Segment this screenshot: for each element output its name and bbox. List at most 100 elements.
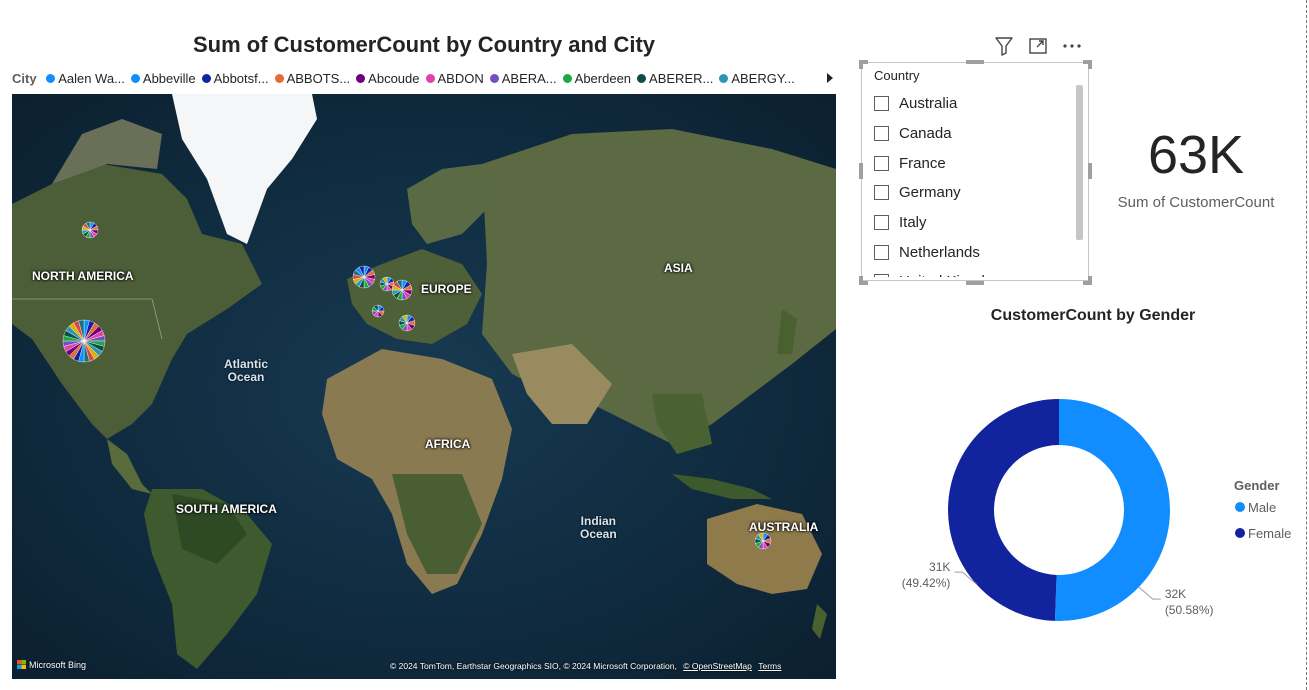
checkbox[interactable] <box>874 244 889 260</box>
legend-dot <box>562 74 572 83</box>
bing-logo-text: Microsoft Bing <box>29 660 87 670</box>
checkbox[interactable] <box>874 126 889 142</box>
slicer-title: Country <box>874 68 920 83</box>
legend-item[interactable]: Abbeville <box>130 71 196 86</box>
region-label-australia: AUSTRALIA <box>749 520 819 534</box>
data-label-leader <box>1138 586 1161 600</box>
focus-mode-icon[interactable] <box>1026 34 1050 58</box>
city-pie-marker[interactable] <box>81 221 99 239</box>
checkbox[interactable] <box>874 215 889 231</box>
slicer-option[interactable]: Germany <box>874 178 1074 208</box>
region-label-south-america: SOUTH AMERICA <box>176 502 277 516</box>
city-pie-marker[interactable] <box>62 319 106 363</box>
legend-item[interactable]: ABBOTS... <box>274 71 351 86</box>
ocean-label-indian: Indian Ocean <box>580 514 617 541</box>
legend-item[interactable]: ABDON <box>425 71 484 86</box>
slicer-scrollbar[interactable] <box>1076 85 1083 240</box>
legend-dot <box>425 74 435 83</box>
legend-label: Aberdeen <box>574 71 632 86</box>
slicer-option-label: Australia <box>899 95 958 113</box>
slicer-option-label: Italy <box>899 214 927 232</box>
country-slicer: Country Australia Canada France Germany Ital… <box>859 60 1092 285</box>
map-title: Sum of CustomerCount by Country and City <box>193 32 655 57</box>
legend-dot <box>637 74 647 83</box>
terms-link[interactable]: Terms <box>758 661 781 671</box>
slicer-option[interactable]: United Kingdom <box>874 267 1074 277</box>
city-pie-marker[interactable] <box>398 314 416 332</box>
city-pie-marker[interactable] <box>391 279 413 301</box>
data-label-percent: (49.42%) <box>902 576 951 590</box>
legend-label: ABERGY... <box>731 71 795 86</box>
city-pie-marker[interactable] <box>754 532 772 550</box>
ocean-label-atlantic: Atlantic Ocean <box>224 357 269 384</box>
data-label-value: 32K <box>1165 587 1186 601</box>
resize-handle[interactable] <box>859 163 863 179</box>
kpi-value: 63K <box>1147 125 1245 185</box>
checkbox[interactable] <box>874 155 889 171</box>
resize-handle[interactable] <box>859 60 863 69</box>
slicer-option-label: France <box>899 154 946 172</box>
checkbox[interactable] <box>874 185 889 201</box>
donut-legend-label[interactable]: Female <box>1248 526 1291 541</box>
donut-title: CustomerCount by Gender <box>990 307 1196 324</box>
slicer-option[interactable]: France <box>874 148 1074 178</box>
legend-label: ABERA... <box>501 71 557 86</box>
resize-handle[interactable] <box>1088 163 1092 179</box>
microsoft-logo-icon <box>17 660 26 669</box>
donut-slice-male[interactable] <box>1054 399 1171 621</box>
region-label-north-america: NORTH AMERICA <box>32 269 134 283</box>
kpi-label: Sum of CustomerCount <box>1117 194 1275 211</box>
legend-title: City <box>12 71 37 86</box>
more-options-icon[interactable] <box>1060 34 1084 58</box>
map-attribution: © 2024 TomTom, Earthstar Geographics SIO… <box>390 661 781 671</box>
legend-dot <box>274 74 284 83</box>
donut-legend-dot <box>1235 502 1245 512</box>
region-label-asia: ASIA <box>664 261 693 275</box>
resize-handle[interactable] <box>966 281 984 285</box>
slicer-option[interactable]: Italy <box>874 208 1074 238</box>
region-label-europe: EUROPE <box>421 282 472 296</box>
legend-item[interactable]: Abbotsf... <box>201 71 269 86</box>
slicer-option[interactable]: Canada <box>874 119 1074 149</box>
legend-label: ABBOTS... <box>286 71 351 86</box>
slicer-option[interactable]: Netherlands <box>874 237 1074 267</box>
legend-dot <box>46 74 56 83</box>
attribution-text: © 2024 TomTom, Earthstar Geographics SIO… <box>390 661 677 671</box>
checkbox[interactable] <box>874 96 889 112</box>
legend-dot <box>356 74 366 83</box>
donut-slice-female[interactable] <box>948 399 1059 621</box>
checkbox[interactable] <box>874 274 889 277</box>
data-label-value: 31K <box>929 560 950 574</box>
donut-legend-title: Gender <box>1234 478 1280 493</box>
legend-label: Abbeville <box>142 71 196 86</box>
legend-dot <box>201 74 211 83</box>
legend-dot <box>719 74 729 83</box>
city-legend: City Aalen Wa... Abbeville Abbotsf... ABBOT… <box>12 71 842 89</box>
city-pie-marker[interactable] <box>352 265 376 289</box>
legend-item[interactable]: ABERER... <box>637 71 713 86</box>
filter-icon[interactable] <box>992 34 1016 58</box>
data-label-percent: (50.58%) <box>1165 603 1214 617</box>
gender-donut-chart[interactable]: 32K (50.58%) 31K (49.42%) Gender Male Female <box>880 340 1300 680</box>
legend-item[interactable]: ABERA... <box>489 71 557 86</box>
legend-item[interactable]: Aberdeen <box>562 71 632 86</box>
donut-legend-label[interactable]: Male <box>1248 500 1276 515</box>
resize-handle[interactable] <box>1088 276 1092 285</box>
openstreetmap-link[interactable]: © OpenStreetMap <box>683 661 752 671</box>
resize-handle[interactable] <box>966 60 984 64</box>
legend-label: Aalen Wa... <box>58 71 125 86</box>
city-pie-marker[interactable] <box>371 304 385 318</box>
world-map[interactable]: NORTH AMERICA EUROPE ASIA AFRICA SOUTH A… <box>12 94 836 679</box>
legend-dot <box>489 74 499 83</box>
page-border <box>1306 0 1308 690</box>
resize-handle[interactable] <box>859 281 868 285</box>
legend-item[interactable]: ABERGY... <box>719 71 795 86</box>
slicer-option[interactable]: Australia <box>874 89 1074 119</box>
resize-handle[interactable] <box>1088 60 1092 69</box>
legend-label: ABERER... <box>649 71 714 86</box>
legend-label: ABDON <box>437 71 484 86</box>
legend-item[interactable]: Aalen Wa... <box>46 71 125 86</box>
chevron-right-icon[interactable] <box>824 70 836 86</box>
legend-item[interactable]: Abcoude <box>356 71 420 86</box>
slicer-option-label: Netherlands <box>899 243 980 261</box>
